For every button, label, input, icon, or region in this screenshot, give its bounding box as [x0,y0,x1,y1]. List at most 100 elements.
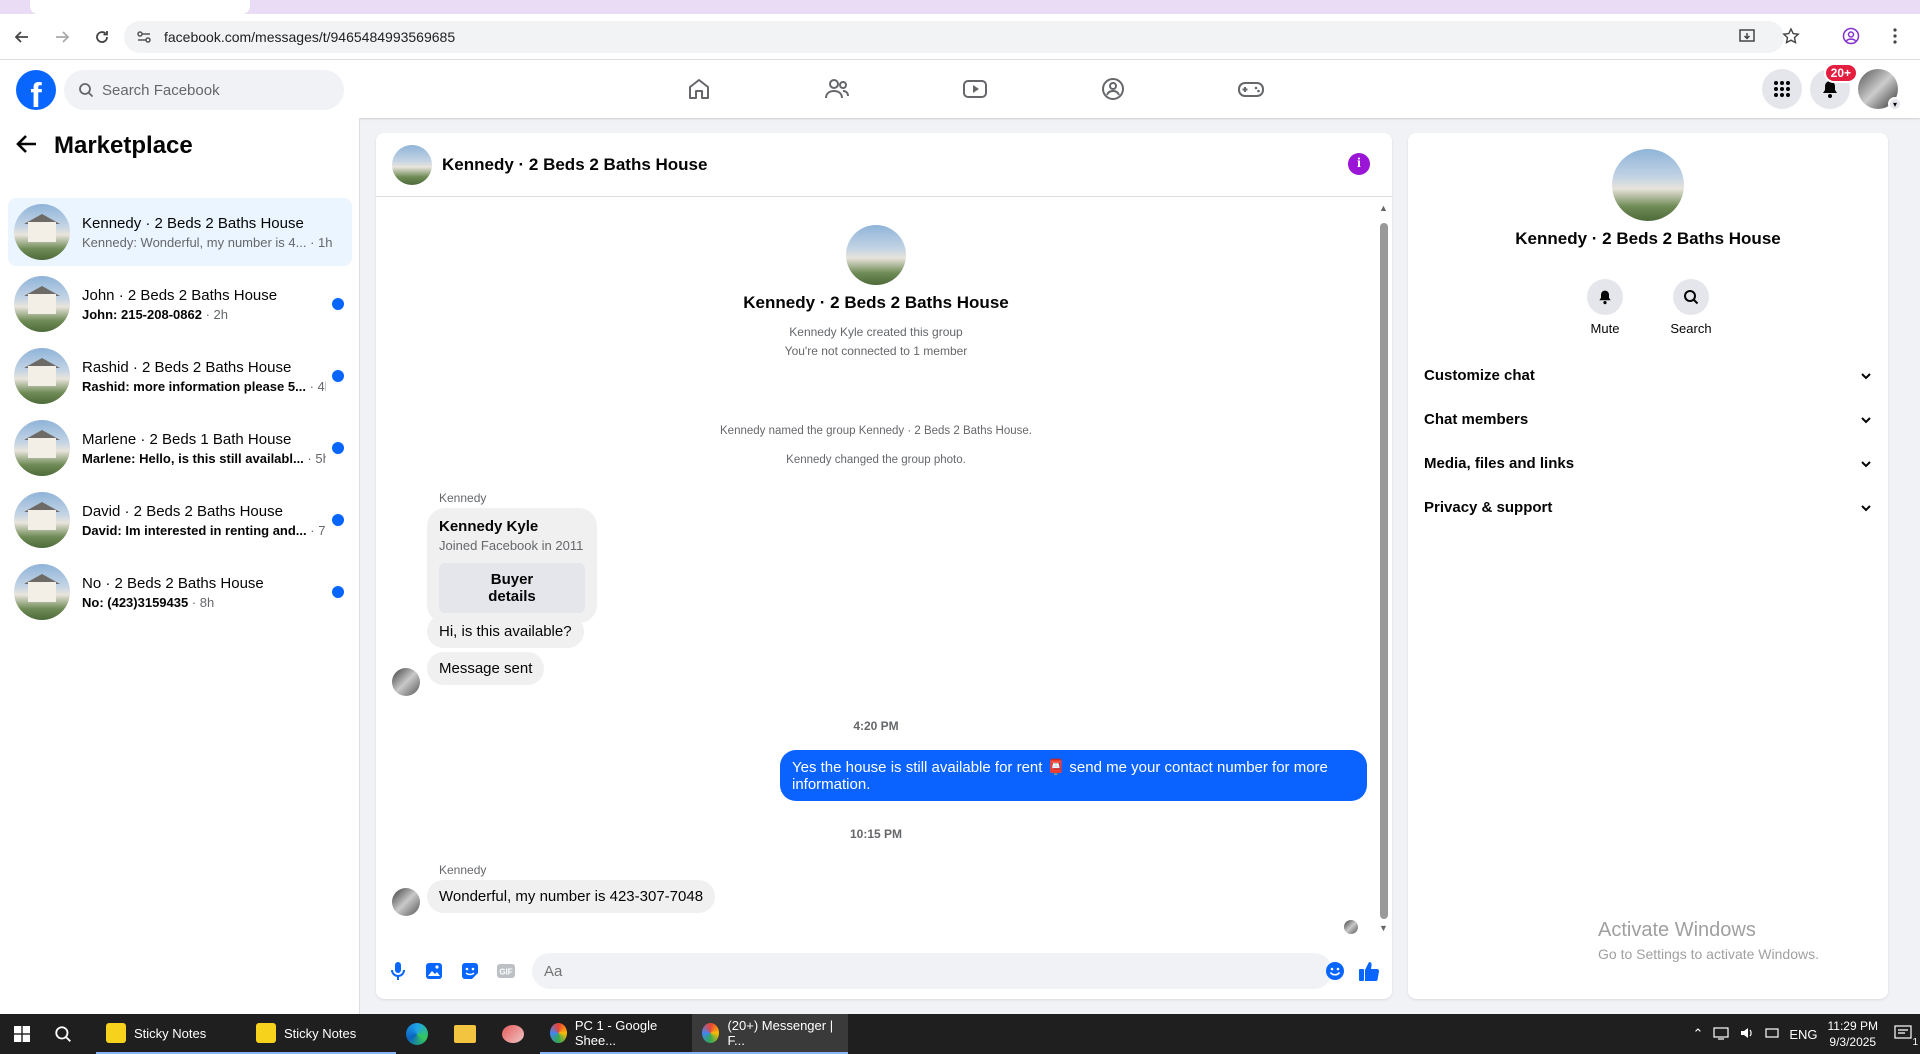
taskbar-app[interactable]: Sticky Notes [246,1014,396,1054]
install-app-icon[interactable] [1730,19,1764,53]
conversation-info: No · 2 Beds 2 Baths House No: (423)315943… [82,575,326,610]
buyer-details-button[interactable]: Buyer details [439,563,585,613]
microphone-icon[interactable] [380,953,416,989]
message-input[interactable] [532,953,1332,989]
details-section[interactable]: Media, files and links [1424,445,1872,481]
facebook-logo-icon[interactable]: f [16,70,56,110]
notifications-bell-icon[interactable]: 20+ [1810,63,1858,109]
conversation-preview: John: 215-208-0862 · 2h [82,307,326,322]
language-indicator[interactable]: ENG [1789,1027,1817,1042]
details-section[interactable]: Privacy & support [1424,489,1872,525]
details-section-label: Media, files and links [1424,454,1575,472]
sticker-icon[interactable] [452,953,488,989]
conversation-item[interactable]: Rashid · 2 Beds 2 Baths House Rashid: mor… [8,342,352,410]
details-section[interactable]: Customize chat [1424,357,1872,393]
conversation-avatar [14,276,70,332]
conversation-avatar [14,204,70,260]
conversation-time: · 2h [205,306,228,322]
details-section-label: Privacy & support [1424,498,1553,516]
gaming-icon[interactable] [1182,60,1320,118]
conversation-preview: Rashid: more information please 5... · 4… [82,379,326,394]
details-avatar[interactable] [1612,149,1684,221]
conversation-item[interactable]: Kennedy · 2 Beds 2 Baths House Kennedy: W… [8,198,352,266]
message-bubble[interactable]: Hi, is this available? [427,615,584,648]
taskbar-app[interactable]: Sticky Notes [96,1014,246,1054]
file-explorer-icon[interactable] [444,1014,492,1054]
info-icon[interactable]: i [1348,153,1370,175]
conversation-info: David · 2 Beds 2 Baths House David: Im in… [82,503,326,538]
unread-dot-icon [332,514,344,526]
conversation-name: David · 2 Beds 2 Baths House [82,502,283,520]
sidebar-header: Marketplace [16,130,193,161]
photo-icon[interactable] [416,953,452,989]
browser-active-tab[interactable] [30,0,250,14]
details-section[interactable]: Chat members [1424,401,1872,437]
scroll-down-icon[interactable]: ▼ [1379,923,1388,933]
details-title: Kennedy · 2 Beds 2 Baths House [1515,229,1781,248]
scroll-up-icon[interactable]: ▲ [1379,203,1388,213]
volume-icon[interactable] [1739,1026,1755,1043]
paint-icon[interactable] [492,1014,540,1054]
conversation-preview: No: (423)3159435 · 8h [82,595,326,610]
bookmark-star-icon[interactable] [1774,19,1808,53]
scrollbar-thumb[interactable] [1380,223,1388,919]
like-thumb-icon[interactable] [1351,953,1387,989]
network-icon[interactable] [1713,1026,1729,1043]
meet-now-icon[interactable] [1765,1026,1779,1043]
sender-avatar[interactable] [392,888,420,916]
chevron-up-icon[interactable]: ⌃ [1692,1026,1703,1042]
home-icon[interactable] [630,60,768,118]
search-conversation-button[interactable]: Search [1663,279,1719,336]
edge-icon[interactable] [396,1014,444,1054]
taskbar-clock[interactable]: 11:29 PM 9/3/2025 [1828,1018,1878,1050]
back-arrow-icon[interactable] [16,130,38,161]
conversation-avatar [14,420,70,476]
taskbar-search-icon[interactable] [44,1014,82,1054]
menu-grid-icon[interactable] [1762,69,1802,109]
profile-icon[interactable] [1834,19,1868,53]
activate-windows-watermark: Activate Windows Go to Settings to activ… [1598,919,1819,962]
chevron-down-icon [1860,411,1872,428]
message-bubble[interactable]: Wonderful, my number is 423-307-7048 [427,880,716,913]
taskbar-app[interactable]: PC 1 - Google Shee... [540,1014,692,1054]
conversation-preview-text: Rashid: more information please 5... [82,378,306,394]
chat-header-title[interactable]: Kennedy · 2 Beds 2 Baths House [442,155,707,175]
conversation-preview-text: David: Im interested in renting and... [82,522,307,538]
groups-icon[interactable] [1044,60,1182,118]
outgoing-message-bubble[interactable]: Yes the house is still available for ren… [780,750,1367,801]
facebook-search-input[interactable]: Search Facebook [64,70,344,110]
chat-header-avatar[interactable] [392,144,432,185]
windows-start-icon[interactable] [0,1014,44,1054]
friends-icon[interactable] [768,60,906,118]
conversation-preview: Kennedy: Wonderful, my number is 4... · … [82,235,352,250]
conversation-name: Kennedy · 2 Beds 2 Baths House [82,214,304,232]
gif-icon[interactable]: GIF [488,953,524,989]
account-avatar[interactable]: ▾ [1858,69,1902,111]
site-settings-icon[interactable] [136,29,152,45]
conversation-preview: Marlene: Hello, is this still availabl..… [82,451,326,466]
conversation-item[interactable]: No · 2 Beds 2 Baths House No: (423)315943… [8,558,352,626]
forward-icon[interactable] [44,19,80,55]
conversation-name: Rashid · 2 Beds 2 Baths House [82,358,292,376]
conversation-item[interactable]: Marlene · 2 Beds 1 Bath House Marlene: He… [8,414,352,482]
conversation-item[interactable]: David · 2 Beds 2 Baths House David: Im in… [8,486,352,554]
mute-button[interactable]: Mute [1577,279,1633,336]
video-icon[interactable] [906,60,1044,118]
chat-scrollbar[interactable]: ▲ ▼ [1378,203,1388,933]
conversation-item[interactable]: John · 2 Beds 2 Baths House John: 215-208… [8,270,352,338]
back-icon[interactable] [4,19,40,55]
emoji-icon[interactable] [1317,953,1353,989]
group-title: Kennedy · 2 Beds 2 Baths House [743,293,1009,312]
not-connected-text: You're not connected to 1 member [784,344,968,358]
chat-details-panel: Kennedy · 2 Beds 2 Baths House Mute Sear… [1408,133,1888,999]
sticky-notes-icon [256,1023,276,1043]
address-bar[interactable]: facebook.com/messages/t/9465484993569685 [124,21,1784,53]
browser-menu-icon[interactable] [1878,19,1912,53]
action-center-icon[interactable]: 1 [1894,1024,1918,1048]
message-bubble[interactable]: Message sent [427,652,545,685]
taskbar-app-active[interactable]: (20+) Messenger | F... [692,1014,848,1054]
reload-icon[interactable] [84,19,120,55]
named-event-text: Kennedy named the group Kennedy · 2 Beds… [720,425,1032,437]
conversation-info: John · 2 Beds 2 Baths House John: 215-208… [82,287,326,322]
sender-avatar[interactable] [392,668,420,696]
